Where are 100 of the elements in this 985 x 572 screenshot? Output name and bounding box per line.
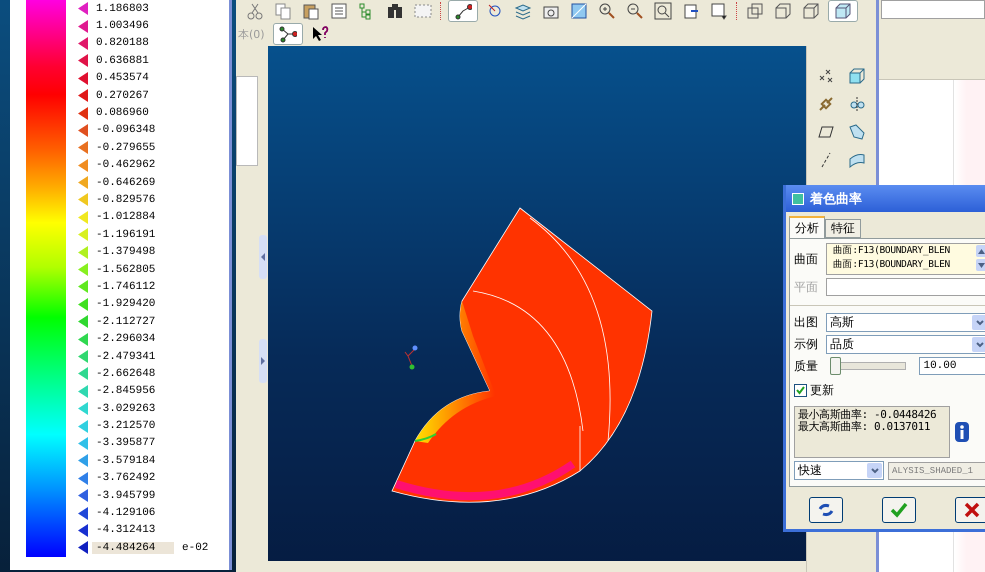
zoom-fit-icon [654,2,672,20]
legend-value: -2.296034 [95,333,156,346]
copy-icon [274,2,292,20]
legend-value: -4.129106 [95,507,156,520]
field-label: 出图 [794,314,819,331]
plane-field[interactable] [826,278,985,296]
field-label: 质量 [794,358,819,374]
legend-value: -1.012884 [95,211,156,224]
reorient-icon [682,2,700,20]
close-icon [963,501,981,519]
chevron-icon [976,320,984,326]
window-icon [792,192,804,204]
legend-value: -0.279655 [95,142,156,154]
legend-value: -1.379498 [95,246,156,258]
legend-value: -2.845956 [95,385,156,398]
window-title: 着色曲率 [810,190,862,208]
chain-icon [817,95,836,113]
csys-cube-icon [848,67,866,85]
no-hidden-cube-icon [802,2,820,20]
legend-value: -4.484264 [92,542,174,554]
legend-value: -3.212570 [95,420,156,432]
exponent-label: e-02 [182,542,208,554]
cut-icon [246,2,264,20]
selection-box-icon [414,2,432,20]
mode-select[interactable]: 快速 [794,461,884,480]
zoom-out-icon [626,2,644,20]
legend-value: -1.562805 [95,264,156,276]
legend-value: -3.762492 [95,472,156,484]
list-item[interactable]: 曲面:F13(BOUNDARY_BLEN [833,244,976,258]
help-pointer-icon [310,25,329,43]
quality-value-field[interactable]: 10.00 [919,357,985,375]
points-icon [817,67,836,85]
field-label: 平面 [794,278,819,296]
splitter-handle[interactable] [259,235,267,279]
list-item[interactable]: 曲面:F13(BOUNDARY_BLEN [833,258,976,272]
zoom-in-icon [598,2,616,20]
sweep-icon [848,123,866,141]
legend-value: -2.112727 [95,316,156,328]
legend-value: -1.196191 [95,228,156,241]
legend-value: -0.462962 [95,159,156,172]
tab[interactable]: 分析 [789,216,825,238]
toolbar-button[interactable] [652,0,674,22]
binoculars-icon [386,2,404,20]
legend-value: 1.186803 [95,2,150,15]
sample-select[interactable]: 品质 [826,335,985,354]
legend-value: -3.395877 [95,437,156,450]
result-text: 最小高斯曲率: -0.0448426 [798,409,938,421]
chevron-icon [976,342,984,348]
legend-value: -1.746112 [95,280,156,293]
result-text: 最大高斯曲率: 0.0137011 [798,421,932,433]
caret-icon [978,262,985,268]
close-button[interactable] [955,497,985,523]
coordinate-triad-icon [404,346,418,370]
list-icon [330,2,348,20]
toolbar-button[interactable] [272,23,303,45]
legend-value: 0.636881 [95,54,150,67]
legend-value: -3.029263 [95,402,156,415]
layers-icon [514,2,532,20]
legend-value: 0.820188 [95,37,150,50]
splitter-handle[interactable] [259,339,267,383]
datum-axes-icon [454,2,472,20]
slider-thumb[interactable] [830,357,841,375]
revolve-icon [848,95,866,113]
legend-value: 0.453574 [95,72,150,84]
checkmark-icon [890,501,908,519]
scroll-up-button[interactable] [976,245,985,257]
repaint-button[interactable] [809,497,843,523]
legend-value: 0.086960 [95,107,150,120]
shaded-view-icon [570,2,588,20]
checkbox[interactable] [794,384,807,397]
shaded-cube-icon [834,2,852,20]
toolbar-button[interactable] [448,0,478,22]
scroll-down-button[interactable] [976,259,985,271]
checkmark-icon [796,386,805,395]
toolbar-button[interactable] [828,0,858,22]
checkbox-label: 更新 [810,382,834,399]
hidden-line-cube-icon [774,2,792,20]
toolbar-label: 本(0) [238,26,265,42]
legend-value: -2.479341 [95,350,156,362]
tab[interactable]: 特征 [825,219,861,238]
legend-value: -4.312413 [95,524,156,536]
ok-button[interactable] [882,497,916,523]
caret-icon [260,253,266,261]
input-field[interactable] [881,0,985,19]
legend-value: -2.662648 [95,368,156,380]
info-icon [954,421,970,443]
legend-value: -0.829576 [95,194,156,206]
legend-value: -1.929420 [95,298,156,310]
refresh-icon [817,501,835,519]
legend-value: -3.579184 [95,454,156,467]
surface-list[interactable]: 曲面:F13(BOUNDARY_BLEN 曲面:F13(BOUNDARY_BLEN [826,243,985,275]
output-select[interactable]: 高斯 [826,313,985,332]
caret-icon [260,357,266,365]
wireframe-cube-icon [746,2,764,20]
paste-icon [302,2,320,20]
datum-axes-icon [278,25,297,43]
caret-icon [978,248,985,254]
legend-value: -0.096348 [95,124,156,136]
field-label: 示例 [794,336,819,353]
surface-patch-icon [848,151,866,169]
